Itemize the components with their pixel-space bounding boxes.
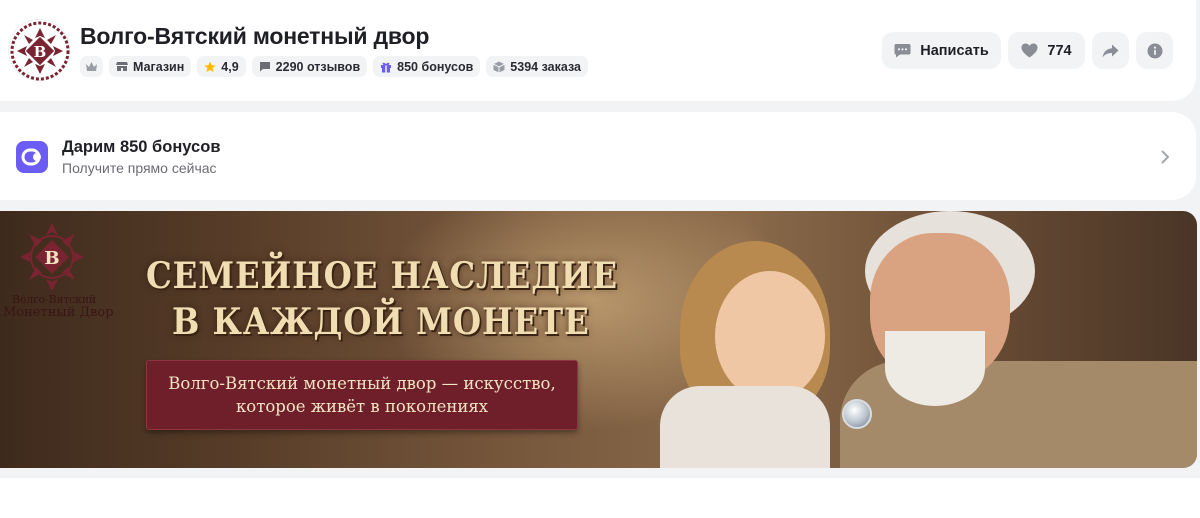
banner-photo-girl-body	[660, 386, 830, 468]
write-label: Написать	[920, 42, 989, 59]
box-icon	[493, 61, 506, 72]
write-message-button[interactable]: Написать	[882, 32, 1001, 69]
next-section	[0, 478, 1200, 518]
banner-headline-line1: Семейное наследие	[146, 255, 619, 297]
banner-logo: В	[18, 221, 86, 298]
banner-coin	[842, 399, 872, 429]
banner-photo-girl-face	[715, 271, 825, 401]
favorites-count: 774	[1047, 42, 1072, 59]
info-button[interactable]	[1136, 32, 1173, 69]
svg-text:В: В	[34, 43, 47, 61]
shop-logo[interactable]: В	[8, 19, 70, 81]
star-icon	[204, 61, 216, 72]
bonuses-chip[interactable]: 850 бонусов	[373, 56, 481, 77]
shop-name: Волго-Вятский монетный двор	[80, 23, 430, 49]
store-label: Магазин	[133, 59, 185, 74]
bonus-app-icon	[16, 141, 48, 178]
shop-header: В Волго-Вятский монетный двор Магазин 4,…	[0, 0, 1196, 101]
bonus-title: Дарим 850 бонусов	[62, 138, 221, 156]
banner-headline-line2: в каждой монете	[172, 301, 590, 343]
store-icon	[116, 62, 128, 71]
chat-icon	[894, 44, 911, 58]
reviews-count: 2290 отзывов	[275, 59, 361, 74]
bonus-subtitle: Получите прямо сейчас	[62, 160, 217, 176]
svg-text:В: В	[44, 248, 59, 269]
rating-chip[interactable]: 4,9	[197, 56, 246, 77]
banner-photo-grandfather-beard	[885, 331, 985, 406]
comment-icon	[259, 62, 270, 72]
crown-icon	[86, 62, 97, 71]
bonuses-count: 850 бонусов	[397, 59, 474, 74]
store-chip[interactable]: Магазин	[109, 56, 192, 77]
rating-value: 4,9	[221, 59, 239, 74]
share-icon	[1102, 44, 1119, 57]
orders-count: 5394 заказа	[510, 59, 581, 74]
share-button[interactable]	[1092, 32, 1129, 69]
info-icon	[1147, 43, 1162, 58]
banner-brand-line2: Монетный Двор	[3, 305, 114, 320]
heart-icon	[1021, 43, 1038, 58]
reviews-chip[interactable]: 2290 отзывов	[251, 56, 368, 77]
header-actions: Написать 774	[882, 32, 1173, 69]
favorite-button[interactable]: 774	[1008, 32, 1085, 69]
banner-ribbon-text: Волго-Вятский монетный двор — искусство,…	[168, 374, 556, 416]
chevron-right-icon	[1161, 150, 1170, 169]
shop-stats: Магазин 4,9 2290 отзывов 850 бонусов 539…	[80, 56, 588, 77]
promo-banner[interactable]: В Волго-Вятский Монетный Двор Семейное н…	[0, 211, 1197, 468]
banner-ribbon: Волго-Вятский монетный двор — искусство,…	[146, 360, 578, 430]
gift-icon	[381, 62, 392, 72]
premium-badge[interactable]	[80, 56, 103, 77]
orders-chip[interactable]: 5394 заказа	[486, 56, 588, 77]
